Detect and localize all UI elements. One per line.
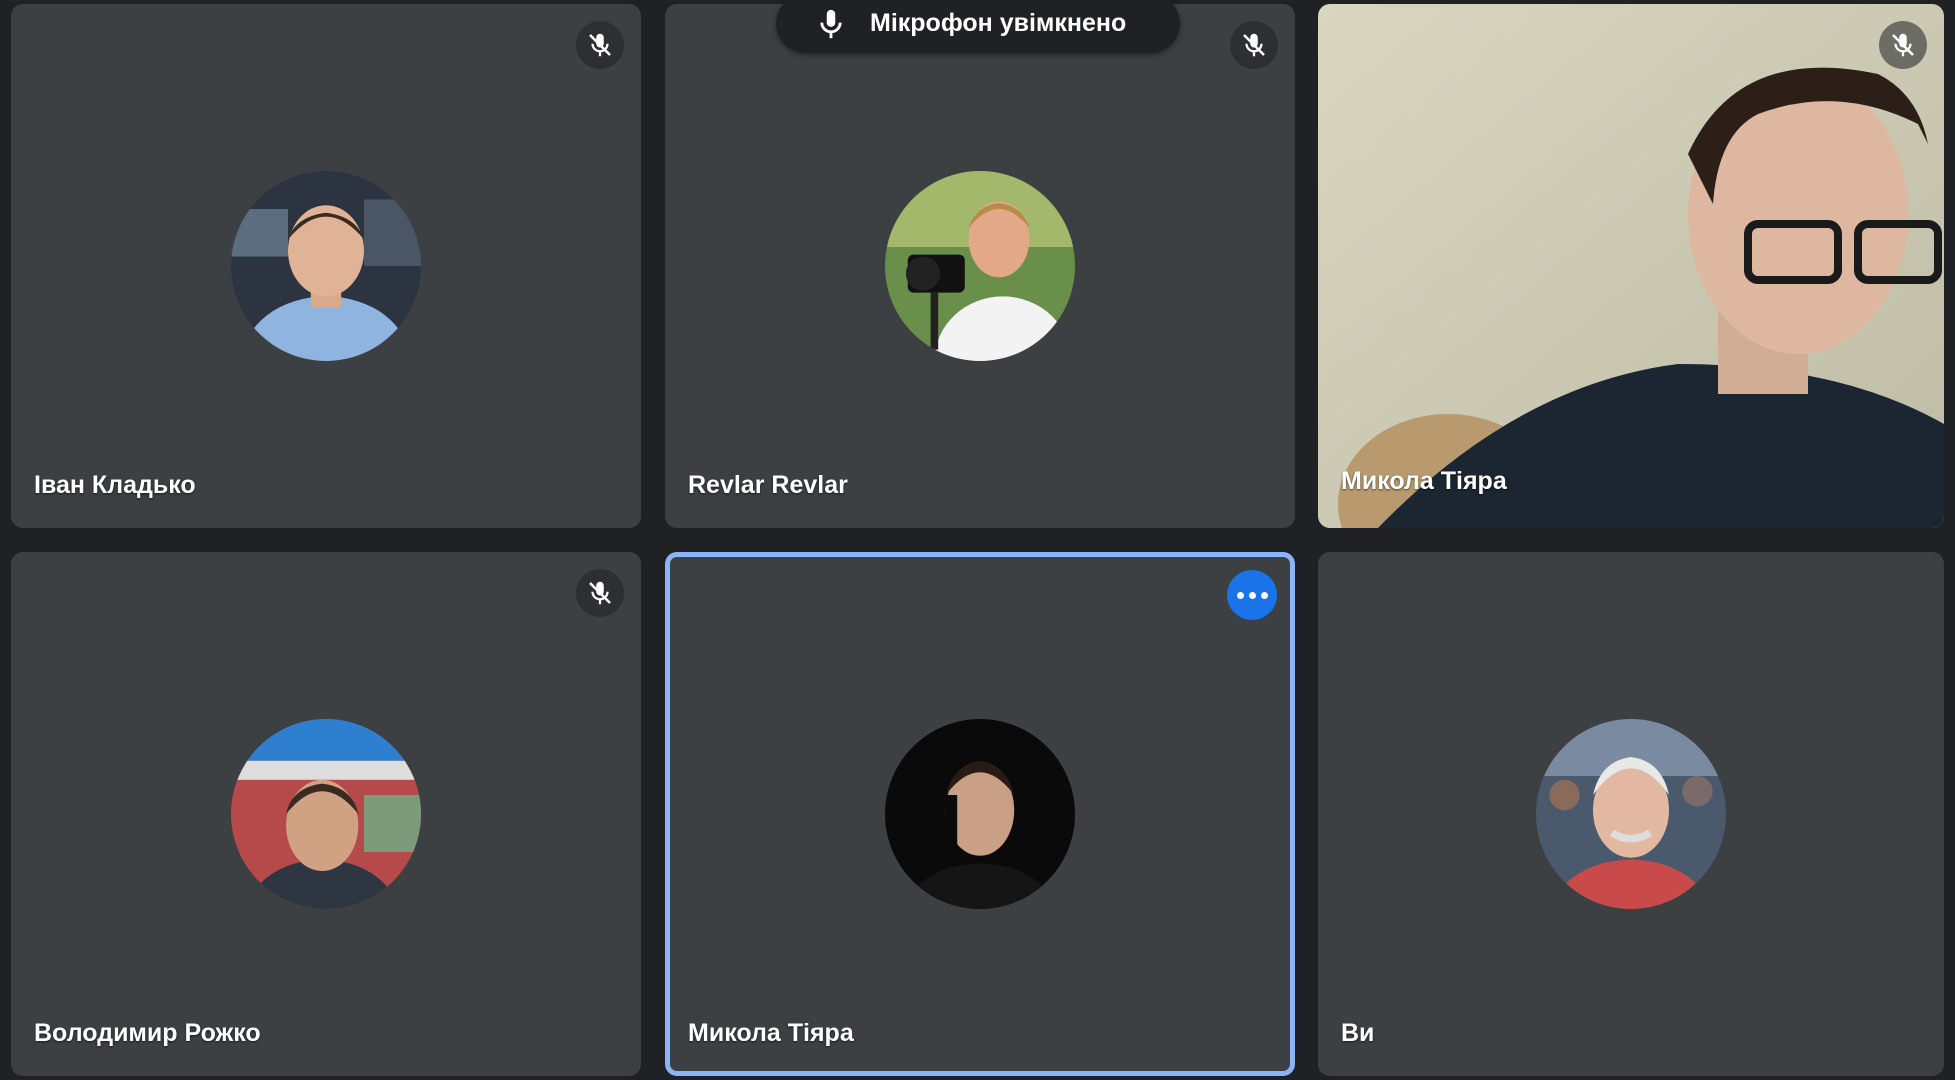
participant-avatar <box>885 719 1075 909</box>
participant-name: Володимир Рожко <box>34 1019 261 1047</box>
muted-indicator <box>576 21 624 69</box>
muted-indicator <box>1879 21 1927 69</box>
participant-name: Ви <box>1341 1019 1375 1047</box>
participant-avatar <box>885 171 1075 361</box>
microphone-icon <box>820 9 842 38</box>
participant-tile-3[interactable]: Микола Тіяра <box>1318 4 1944 528</box>
participant-tile-2[interactable]: Revlar Revlar <box>665 4 1295 528</box>
more-options-button[interactable] <box>1227 570 1277 620</box>
more-options-dot <box>1248 591 1256 599</box>
muted-indicator <box>1230 21 1278 69</box>
more-options-icon <box>1236 591 1244 599</box>
participant-avatar <box>231 719 421 909</box>
participant-video <box>1318 4 1944 528</box>
mic-off-icon <box>589 581 611 605</box>
mic-on-toast: Мікрофон увімкнено <box>776 0 1180 53</box>
participant-tile-6[interactable]: Ви <box>1318 552 1944 1076</box>
mic-off-icon <box>589 33 611 57</box>
more-options-dot <box>1260 591 1268 599</box>
participant-tile-4[interactable]: Володимир Рожко <box>11 552 641 1076</box>
mic-off-icon <box>1243 33 1265 57</box>
participant-name: Revlar Revlar <box>688 471 848 499</box>
participant-name: Іван Кладько <box>34 471 196 499</box>
muted-indicator <box>576 569 624 617</box>
participant-tile-1[interactable]: Іван Кладько <box>11 4 641 528</box>
participant-name: Микола Тіяра <box>1341 467 1507 495</box>
mic-off-icon <box>1892 33 1914 57</box>
toast-text: Мікрофон увімкнено <box>870 9 1127 37</box>
participant-avatar <box>231 171 421 361</box>
participant-avatar <box>1536 719 1726 909</box>
participant-tile-5[interactable]: Микола Тіяра <box>665 552 1295 1076</box>
participant-name: Микола Тіяра <box>688 1019 854 1047</box>
meeting-grid: Іван Кладько Revlar Revlar Микола Тіяра … <box>0 0 1955 1080</box>
